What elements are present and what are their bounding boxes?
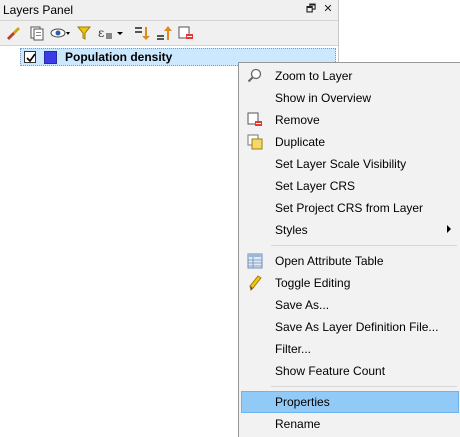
menu-item-toggle-editing[interactable]: Toggle Editing — [241, 272, 459, 294]
brush-icon[interactable] — [4, 24, 22, 42]
menu-item-styles[interactable]: Styles — [241, 219, 459, 241]
menu-item-label: Toggle Editing — [275, 276, 351, 290]
eye-icon[interactable] — [50, 24, 72, 42]
menu-item-label: Set Layer CRS — [275, 179, 356, 193]
zoom-icon — [247, 68, 263, 84]
panel-titlebar: Layers Panel 🗗 ✕ — [0, 0, 338, 21]
layer-symbol-swatch — [44, 51, 57, 64]
menu-item-duplicate[interactable]: Duplicate — [241, 131, 459, 153]
add-group-icon[interactable] — [28, 24, 46, 42]
menu-item-set-layer-scale-visibility[interactable]: Set Layer Scale Visibility — [241, 153, 459, 175]
menu-item-label: Set Project CRS from Layer — [275, 201, 424, 215]
expand-all-icon[interactable] — [133, 24, 151, 42]
layers-toolbar: ε — [0, 21, 338, 46]
menu-item-save-as-layer-definition[interactable]: Save As Layer Definition File... — [241, 316, 459, 338]
menu-separator — [271, 386, 457, 387]
menu-item-open-attribute-table[interactable]: Open Attribute Table — [241, 250, 459, 272]
svg-text:ε: ε — [98, 26, 104, 40]
menu-item-set-layer-crs[interactable]: Set Layer CRS — [241, 175, 459, 197]
menu-item-filter[interactable]: Filter... — [241, 338, 459, 360]
submenu-arrow-icon — [447, 225, 451, 233]
layer-name: Population density — [65, 50, 173, 64]
menu-item-properties[interactable]: Properties — [241, 391, 459, 413]
menu-item-show-in-overview[interactable]: Show in Overview — [241, 87, 459, 109]
menu-item-label: Properties — [275, 395, 330, 409]
menu-item-label: Remove — [275, 113, 320, 127]
menu-item-label: Zoom to Layer — [275, 69, 353, 83]
menu-item-save-as[interactable]: Save As... — [241, 294, 459, 316]
menu-item-zoom-to-layer[interactable]: Zoom to Layer — [241, 65, 459, 87]
duplicate-icon — [247, 134, 263, 150]
pencil-icon — [247, 275, 263, 291]
menu-item-label: Save As... — [275, 298, 330, 312]
menu-separator — [271, 245, 457, 246]
filter-icon[interactable] — [75, 24, 93, 42]
menu-item-label: Show Feature Count — [275, 364, 386, 378]
menu-item-label: Rename — [275, 417, 321, 431]
menu-item-label: Set Layer Scale Visibility — [275, 157, 407, 171]
expression-filter-icon[interactable]: ε — [96, 24, 126, 42]
table-icon — [247, 253, 263, 269]
menu-item-label: Open Attribute Table — [275, 254, 384, 268]
menu-item-show-feature-count[interactable]: Show Feature Count — [241, 360, 459, 382]
float-panel-button[interactable]: 🗗 — [304, 2, 318, 16]
menu-item-remove[interactable]: Remove — [241, 109, 459, 131]
menu-item-label: Save As Layer Definition File... — [275, 320, 439, 334]
menu-item-label: Show in Overview — [275, 91, 372, 105]
menu-item-label: Filter... — [275, 342, 312, 356]
context-menu: Zoom to Layer Show in Overview Remove Du… — [238, 62, 460, 437]
remove-icon — [247, 112, 263, 128]
close-panel-button[interactable]: ✕ — [321, 2, 335, 16]
layer-visibility-checkbox[interactable] — [24, 51, 36, 63]
panel-title: Layers Panel — [3, 3, 74, 17]
menu-item-rename[interactable]: Rename — [241, 413, 459, 435]
menu-item-label: Duplicate — [275, 135, 326, 149]
menu-item-label: Styles — [275, 223, 308, 237]
remove-layer-icon[interactable] — [177, 24, 195, 42]
collapse-all-icon[interactable] — [155, 24, 173, 42]
menu-item-set-project-crs[interactable]: Set Project CRS from Layer — [241, 197, 459, 219]
